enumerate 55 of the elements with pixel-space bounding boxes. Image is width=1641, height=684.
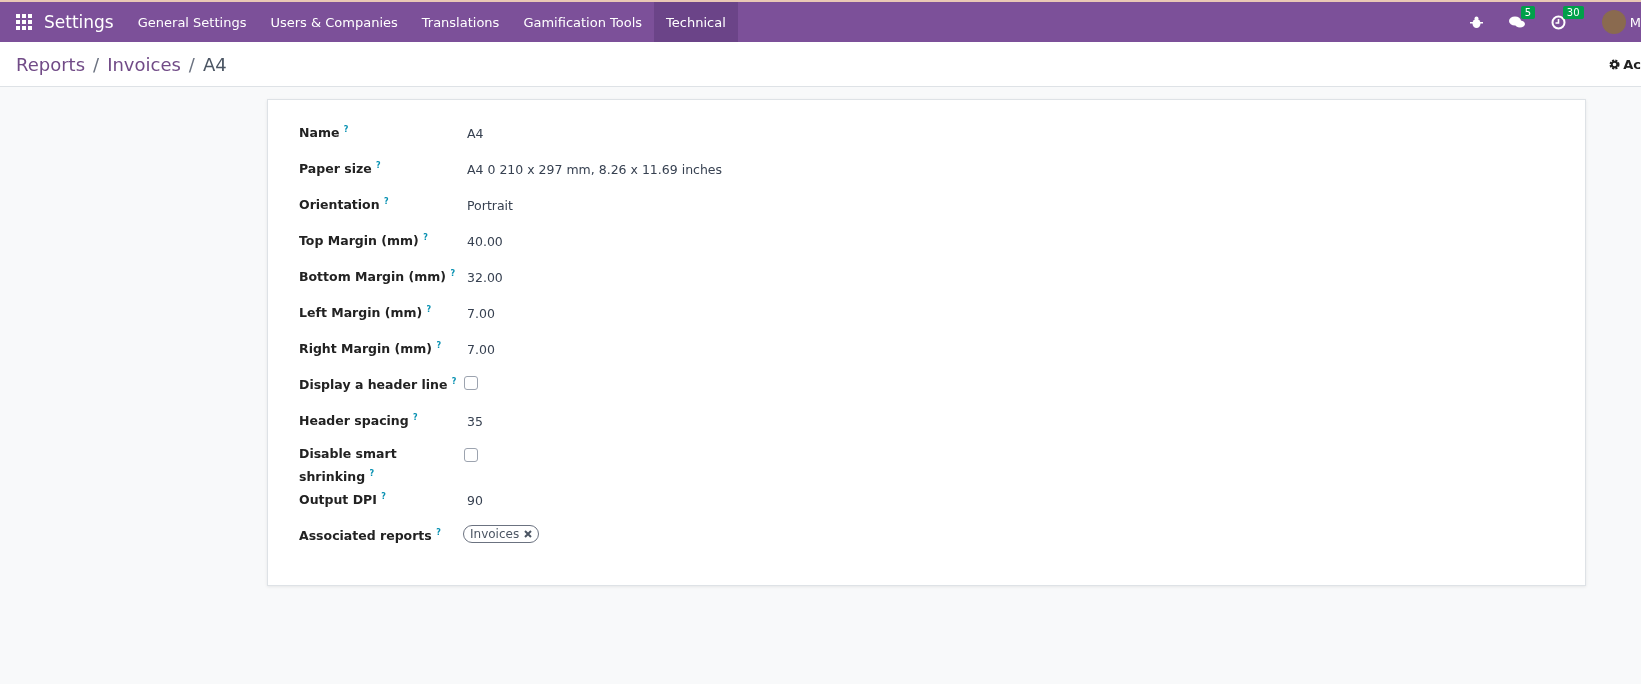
app-title[interactable]: Settings xyxy=(44,12,114,32)
field-label: Right Margin (mm) $^{?}$ xyxy=(299,340,443,359)
field-label: Paper size $^{?}$ xyxy=(299,160,382,179)
field-label: Disable smart shrinking $^{?}$ xyxy=(299,445,398,487)
field-label: Name $^{?}$ xyxy=(299,124,350,143)
help-mark[interactable]: ? xyxy=(376,161,381,170)
action-button[interactable]: Ac xyxy=(1623,56,1641,72)
chat-icon[interactable] xyxy=(1508,15,1525,29)
field-label: Left Margin (mm) $^{?}$ xyxy=(299,304,433,323)
help-mark[interactable]: ? xyxy=(423,233,428,242)
message-count: 5 xyxy=(1520,6,1536,19)
field-value[interactable]: 90 xyxy=(467,487,483,524)
gear-icon[interactable] xyxy=(1609,58,1621,70)
breadcrumb-separator: / xyxy=(188,53,195,75)
menu-tab[interactable]: Users & Companies xyxy=(258,2,410,42)
menu-tab[interactable]: Technical xyxy=(654,2,738,42)
user-name[interactable]: M xyxy=(1629,14,1641,30)
field-label: Header spacing $^{?}$ xyxy=(299,412,419,431)
help-mark[interactable]: ? xyxy=(381,492,386,502)
field-label: Output DPI $^{?}$ xyxy=(299,491,387,510)
help-mark[interactable]: ? xyxy=(383,197,389,206)
clock-icon[interactable] xyxy=(1550,14,1566,30)
breadcrumb-link[interactable]: Invoices xyxy=(107,53,181,75)
checkbox[interactable] xyxy=(464,376,478,390)
help-mark[interactable]: ? xyxy=(369,469,375,478)
field-value[interactable]: 7.00 xyxy=(467,336,495,372)
menu-tab[interactable]: Translations xyxy=(409,2,512,42)
checkbox[interactable] xyxy=(464,448,478,462)
help-mark[interactable]: ? xyxy=(413,413,418,422)
remove-icon[interactable] xyxy=(524,530,533,539)
help-mark[interactable]: ? xyxy=(436,528,441,538)
help-mark[interactable]: ? xyxy=(436,341,442,350)
field-label: Top Margin (mm) $^{?}$ xyxy=(299,232,429,251)
field-value[interactable]: 35 xyxy=(467,408,483,444)
field-value[interactable]: A4 0 210 x 297 mm, 8.26 x 11.69 inches xyxy=(467,156,723,192)
help-mark[interactable]: ? xyxy=(343,125,349,134)
activity-count: 30 xyxy=(1562,5,1584,19)
menu-tab[interactable]: General Settings xyxy=(125,2,259,42)
help-mark[interactable]: ? xyxy=(450,269,456,278)
help-mark[interactable]: ? xyxy=(426,305,432,314)
field-label: Display a header line $^{?}$ xyxy=(299,376,458,395)
help-mark[interactable]: ? xyxy=(451,377,457,386)
apps-grid-icon[interactable] xyxy=(16,14,32,30)
field-label: Associated reports $^{?}$ xyxy=(299,527,442,546)
field-value[interactable]: 7.00 xyxy=(467,300,495,336)
field-value[interactable]: A4 xyxy=(467,120,484,156)
menu-tab[interactable]: Gamification Tools xyxy=(511,2,655,42)
field-label: Bottom Margin (mm) $^{?}$ xyxy=(299,268,457,287)
field-label: Orientation $^{?}$ xyxy=(299,196,390,215)
field-value[interactable]: 40.00 xyxy=(467,228,503,264)
breadcrumb-link[interactable]: Reports xyxy=(16,53,86,75)
field-value[interactable]: 32.00 xyxy=(467,264,503,300)
breadcrumb-current: A4 xyxy=(202,53,227,75)
breadcrumb-separator: / xyxy=(93,53,100,75)
field-value[interactable]: Portrait xyxy=(467,192,513,228)
